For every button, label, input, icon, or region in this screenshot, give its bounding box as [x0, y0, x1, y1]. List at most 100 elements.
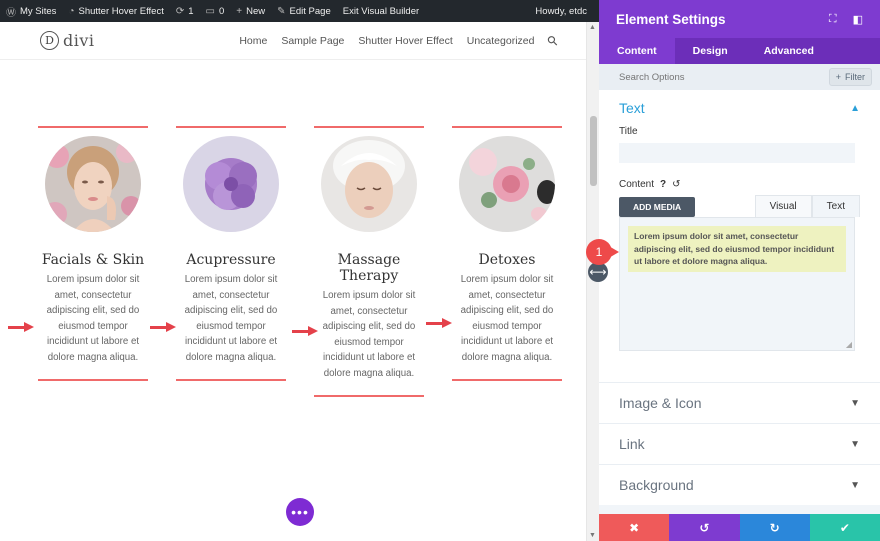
nav-uncategorized[interactable]: Uncategorized: [467, 35, 535, 47]
undo-button[interactable]: ↺: [669, 514, 740, 541]
admin-my-sites[interactable]: Ⓦ My Sites: [0, 4, 62, 19]
panel-footer: ✖ ↺ ↻ ✔: [599, 514, 880, 541]
chevron-up-icon: ▲: [850, 102, 860, 114]
editor-mode-tabs: Visual Text: [754, 195, 860, 217]
text-section-toggle[interactable]: Text ▲: [619, 90, 860, 126]
service-card-facials[interactable]: Facials & Skin Lorem ipsum dolor sit ame…: [38, 126, 148, 381]
tab-design[interactable]: Design: [675, 38, 746, 64]
title-input[interactable]: [619, 143, 855, 163]
logo-word: divi: [63, 31, 95, 50]
dashboard-icon: ◔: [68, 5, 75, 17]
builder-more-button[interactable]: •••: [286, 498, 314, 526]
card-top-rule: [38, 126, 148, 128]
card-bottom-rule: [314, 395, 424, 397]
tab-advanced[interactable]: Advanced: [746, 38, 832, 64]
resize-arrows-icon: ⟷: [589, 265, 607, 279]
cancel-button[interactable]: ✖: [599, 514, 670, 541]
card-body: Lorem ipsum dolor sit amet, consectetur …: [184, 274, 278, 363]
check-icon: ✔: [839, 520, 850, 535]
card-body: Lorem ipsum dolor sit amet, consectetur …: [46, 274, 140, 363]
chevron-down-icon: ▼: [850, 438, 860, 450]
panel-tabs: Content Design Advanced: [599, 38, 880, 64]
admin-comments[interactable]: ▭ 0: [200, 6, 231, 17]
admin-updates[interactable]: ⟳ 1: [170, 6, 200, 17]
content-label-row: Content ? ↺: [619, 179, 681, 190]
card-title: Facials & Skin: [41, 252, 145, 268]
tab-text[interactable]: Text: [811, 195, 860, 217]
card-bottom-rule: [176, 379, 286, 381]
admin-howdy[interactable]: Howdy, etdc: [529, 6, 599, 17]
tab-visual[interactable]: Visual: [754, 195, 812, 217]
panel-resize-handle[interactable]: ⟷: [588, 262, 608, 282]
filter-button[interactable]: + Filter: [828, 68, 872, 86]
logo-mark: D: [40, 31, 59, 50]
card-body: Lorem ipsum dolor sit amet, consectetur …: [460, 274, 554, 363]
expand-icon[interactable]: ⛶: [829, 13, 837, 26]
admin-new[interactable]: + New: [230, 6, 271, 17]
scrollbar-thumb[interactable]: [590, 116, 597, 186]
card-image-spa-woman: [321, 136, 417, 232]
search-icon[interactable]: ⚲: [544, 31, 562, 49]
close-icon: ✖: [629, 520, 640, 535]
resize-grip-icon[interactable]: ◢: [846, 340, 852, 349]
text-section: Text ▲ Title Content ? ↺ ADD MEDIA Visua…: [599, 90, 880, 382]
card-image-woman-face: [45, 136, 141, 232]
card-image-purple-flower: [183, 136, 279, 232]
search-options-input[interactable]: [619, 71, 779, 83]
card-title: Detoxes: [478, 252, 536, 268]
admin-site-name[interactable]: ◔ Shutter Hover Effect: [62, 6, 169, 17]
wordpress-icon: Ⓦ: [6, 7, 16, 19]
background-section[interactable]: Background ▼: [599, 464, 880, 505]
redo-button[interactable]: ↻: [739, 514, 810, 541]
updates-icon: ⟳: [175, 5, 185, 17]
add-media-button[interactable]: ADD MEDIA: [619, 197, 696, 217]
redo-icon: ↻: [769, 520, 780, 535]
card-image-roses: [459, 136, 555, 232]
site-logo[interactable]: D divi: [40, 31, 95, 50]
nav-shutter-hover-effect[interactable]: Shutter Hover Effect: [358, 35, 452, 47]
plus-icon: +: [236, 5, 243, 17]
admin-exit-visual-builder[interactable]: Exit Visual Builder: [337, 6, 425, 17]
panel-title: Element Settings: [616, 11, 726, 27]
editor-text: Lorem ipsum dolor sit amet, consectetur …: [628, 226, 846, 272]
scroll-up-icon[interactable]: ▲: [589, 24, 596, 31]
card-body: Lorem ipsum dolor sit amet, consectetur …: [322, 290, 416, 379]
arrow-icon: [150, 322, 176, 332]
card-title: Acupressure: [186, 252, 276, 268]
card-top-rule: [452, 126, 562, 128]
nav-sample-page[interactable]: Sample Page: [281, 35, 344, 47]
title-label: Title: [619, 126, 638, 137]
panel-header: Element Settings ⛶ ◧: [599, 0, 880, 38]
service-card-massage[interactable]: Massage Therapy Lorem ipsum dolor sit am…: [314, 126, 424, 397]
wp-admin-bar: Ⓦ My Sites ◔ Shutter Hover Effect ⟳ 1 ▭ 0 + N…: [0, 0, 599, 22]
annotation-pointer: [607, 245, 619, 259]
comments-icon: ▭: [205, 5, 215, 17]
tab-content[interactable]: Content: [599, 38, 675, 64]
service-card-detoxes[interactable]: Detoxes Lorem ipsum dolor sit amet, cons…: [452, 126, 562, 381]
card-top-rule: [314, 126, 424, 128]
plus-icon: +: [835, 72, 841, 82]
service-card-acupressure[interactable]: Acupressure Lorem ipsum dolor sit amet, …: [176, 126, 286, 381]
chevron-down-icon: ▼: [850, 479, 860, 491]
card-title: Massage Therapy: [337, 252, 401, 284]
content-editor[interactable]: Lorem ipsum dolor sit amet, consectetur …: [619, 217, 855, 351]
admin-edit-page[interactable]: ✎ Edit Page: [271, 6, 337, 17]
reset-icon[interactable]: ↺: [672, 179, 680, 190]
help-icon[interactable]: ?: [660, 179, 666, 190]
arrow-icon: [292, 326, 318, 336]
nav-home[interactable]: Home: [239, 35, 267, 47]
page-content: Facials & Skin Lorem ipsum dolor sit ame…: [0, 60, 586, 541]
image-icon-section[interactable]: Image & Icon ▼: [599, 382, 880, 423]
dock-panel-icon[interactable]: ◧: [853, 13, 863, 26]
chevron-down-icon: ▼: [850, 397, 860, 409]
edit-icon: ✎: [277, 5, 286, 17]
link-section[interactable]: Link ▼: [599, 423, 880, 464]
save-button[interactable]: ✔: [809, 514, 880, 541]
arrow-icon: [8, 322, 34, 332]
site-header: D divi Home Sample Page Shutter Hover Ef…: [0, 22, 586, 60]
editor-toolbar: ADD MEDIA Visual Text: [619, 195, 860, 217]
element-settings-panel: Element Settings ⛶ ◧ Content Design Adva…: [599, 0, 880, 541]
scroll-down-icon[interactable]: ▼: [589, 532, 596, 539]
arrow-icon: [426, 318, 452, 328]
card-top-rule: [176, 126, 286, 128]
